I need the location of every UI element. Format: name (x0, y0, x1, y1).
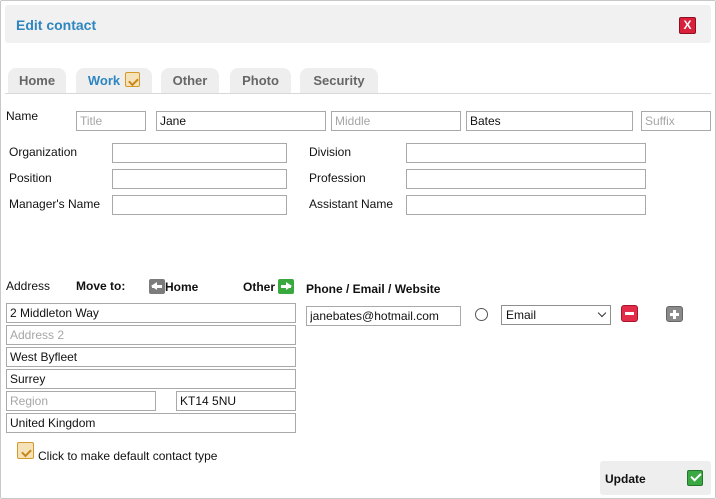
arrow-right-icon (278, 279, 295, 294)
primary-contact-radio[interactable] (475, 308, 488, 321)
arrow-left-icon (149, 279, 165, 294)
dialog-header: Edit contact X (5, 5, 711, 43)
phone-email-website-heading: Phone / Email / Website (306, 282, 441, 296)
division-input[interactable] (406, 143, 646, 163)
move-to-home-label: Home (165, 280, 199, 294)
remove-contact-icon[interactable] (621, 305, 638, 322)
tab-photo[interactable]: Photo (230, 68, 291, 94)
update-label: Update (605, 472, 646, 486)
tab-label: Security (313, 73, 365, 88)
assistant-name-label: Assistant Name (309, 197, 394, 211)
country-input[interactable] (6, 413, 296, 433)
organization-input[interactable] (112, 143, 287, 163)
tab-label: Other (172, 73, 208, 88)
profession-label: Profession (309, 171, 366, 185)
middle-name-input[interactable] (331, 111, 461, 131)
tab-divider (5, 93, 711, 94)
postcode-input[interactable] (176, 391, 296, 411)
county-input[interactable] (6, 369, 296, 389)
chevron-down-icon (597, 308, 607, 318)
organization-label: Organization (9, 145, 78, 159)
dialog-title: Edit contact (16, 17, 97, 33)
default-contact-type-icon (125, 72, 141, 87)
tab-security[interactable]: Security (300, 68, 378, 94)
close-icon[interactable]: X (679, 17, 696, 34)
assistant-name-input[interactable] (406, 195, 646, 215)
email-input[interactable] (306, 306, 461, 326)
name-label: Name (6, 109, 39, 123)
default-contact-type-icon[interactable] (17, 442, 34, 459)
contact-type-select[interactable]: Email (501, 305, 611, 325)
check-icon (687, 470, 703, 486)
position-input[interactable] (112, 169, 287, 189)
add-contact-icon[interactable] (666, 306, 683, 322)
move-to-label: Move to: (76, 279, 126, 293)
move-to-other-button[interactable]: Other (243, 279, 295, 294)
default-contact-type-note: Click to make default contact type (38, 449, 218, 463)
move-to-other-label: Other (243, 280, 276, 294)
name-title-input[interactable] (76, 111, 146, 131)
tab-other[interactable]: Other (161, 68, 219, 94)
manager-name-label: Manager's Name (9, 197, 100, 211)
region-input[interactable] (6, 391, 156, 411)
first-name-input[interactable] (156, 111, 326, 131)
division-label: Division (309, 145, 352, 159)
address-line1-input[interactable] (6, 303, 296, 323)
manager-name-input[interactable] (112, 195, 287, 215)
city-input[interactable] (6, 347, 296, 367)
move-to-home-button[interactable]: Home (149, 279, 198, 294)
profession-input[interactable] (406, 169, 646, 189)
name-suffix-input[interactable] (641, 111, 711, 131)
edit-contact-dialog: Edit contact X Home Work Other Photo Sec… (0, 0, 716, 499)
tab-home[interactable]: Home (8, 68, 66, 94)
last-name-input[interactable] (466, 111, 633, 131)
position-label: Position (9, 171, 52, 185)
update-button[interactable]: Update (600, 461, 711, 495)
tab-work[interactable]: Work (76, 68, 152, 94)
address-label: Address (6, 279, 51, 293)
address-line2-input[interactable] (6, 325, 296, 345)
tab-label: Photo (242, 73, 279, 88)
tab-label: Work (87, 73, 121, 88)
tab-label: Home (18, 73, 56, 88)
contact-type-selected: Email (506, 308, 537, 322)
